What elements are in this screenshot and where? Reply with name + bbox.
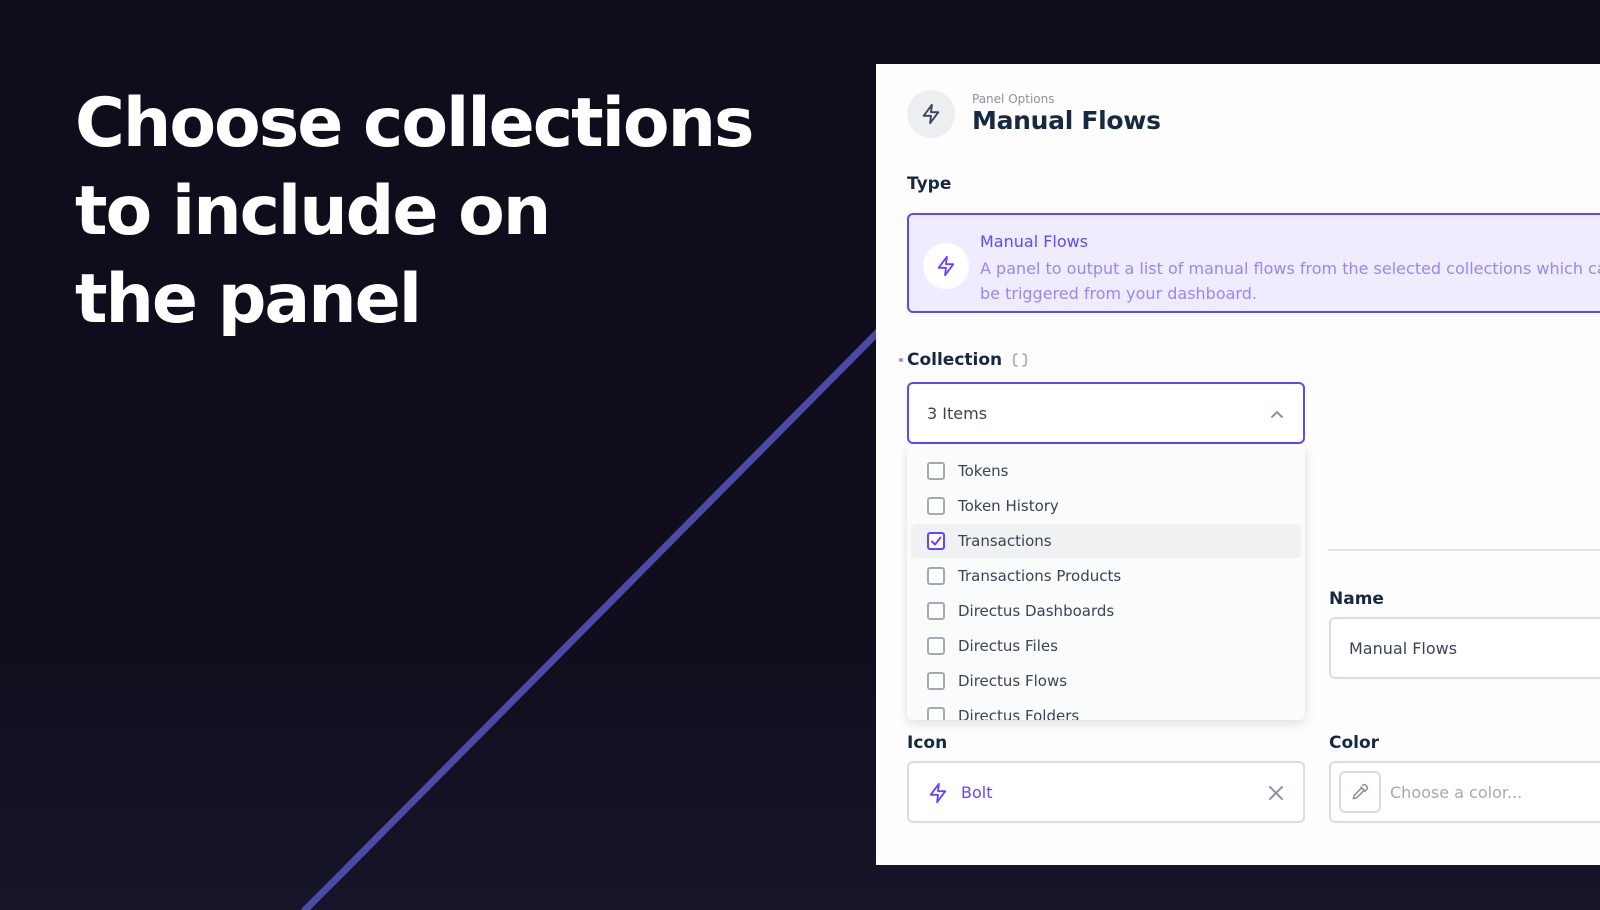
name-input-value: Manual Flows [1349,639,1458,658]
dropdown-option-directus-dashboards[interactable]: Directus Dashboards [911,594,1301,628]
dropdown-option-transactions[interactable]: Transactions [911,524,1301,558]
headline: Choose collections to include on the pan… [75,80,755,344]
color-label: Color [1329,733,1380,753]
code-brackets-icon[interactable] [1012,352,1028,368]
panel-header: Panel Options Manual Flows [907,90,1161,138]
dropdown-option-token-history[interactable]: Token History [911,489,1301,523]
collection-label: Collection [907,350,1028,370]
chevron-up-icon[interactable] [1269,406,1285,426]
collection-dropdown: Tokens Token History Transactions Transa… [907,444,1305,720]
type-label: Type [907,174,952,194]
type-card-title: Manual Flows [980,232,1089,251]
checkbox-unchecked[interactable] [927,497,945,515]
close-icon[interactable] [1267,784,1285,806]
eyedropper-icon[interactable] [1339,771,1381,813]
section-divider [1328,549,1600,551]
color-input[interactable]: Choose a color... [1329,761,1600,823]
icon-select-value: Bolt [961,783,993,802]
type-card-description: A panel to output a list of manual flows… [980,259,1600,303]
panel-options-drawer: Panel Options Manual Flows Type Manual F… [876,64,1600,865]
icon-select[interactable]: Bolt [907,761,1305,823]
checkbox-unchecked[interactable] [927,602,945,620]
type-card-manual-flows[interactable]: Manual Flows A panel to output a list of… [907,213,1600,313]
dropdown-option-directus-flows[interactable]: Directus Flows [911,664,1301,698]
color-input-placeholder: Choose a color... [1390,783,1523,802]
panel-title: Manual Flows [972,106,1161,135]
checkbox-unchecked[interactable] [927,462,945,480]
option-label: Token History [958,497,1059,515]
dropdown-option-directus-files[interactable]: Directus Files [911,629,1301,663]
checkbox-unchecked[interactable] [927,672,945,690]
name-label: Name [1329,589,1384,609]
collection-select-value: 3 Items [927,404,988,423]
name-input[interactable]: Manual Flows [1329,617,1600,679]
dropdown-option-directus-folders[interactable]: Directus Folders [911,699,1301,720]
option-label: Tokens [958,462,1009,480]
checkbox-unchecked[interactable] [927,707,945,720]
icon-label: Icon [907,733,948,753]
collection-label-text: Collection [907,350,1003,370]
checkbox-unchecked[interactable] [927,637,945,655]
checkbox-checked[interactable] [927,532,945,550]
headline-line-3: the panel [75,260,422,339]
panel-eyebrow: Panel Options [972,92,1055,106]
option-label: Directus Files [958,637,1058,655]
dropdown-option-transactions-products[interactable]: Transactions Products [911,559,1301,593]
required-indicator [899,358,903,362]
bolt-icon [927,782,949,808]
collection-select[interactable]: 3 Items [907,382,1305,444]
checkbox-unchecked[interactable] [927,567,945,585]
option-label: Transactions Products [958,567,1122,585]
option-label: Transactions [958,532,1052,550]
option-label: Directus Dashboards [958,602,1115,620]
bolt-icon [907,90,955,138]
dropdown-option-tokens[interactable]: Tokens [911,454,1301,488]
headline-line-2: to include on [75,172,551,251]
headline-line-1: Choose collections [75,84,755,163]
bolt-icon [923,243,969,289]
option-label: Directus Folders [958,707,1080,720]
option-label: Directus Flows [958,672,1068,690]
